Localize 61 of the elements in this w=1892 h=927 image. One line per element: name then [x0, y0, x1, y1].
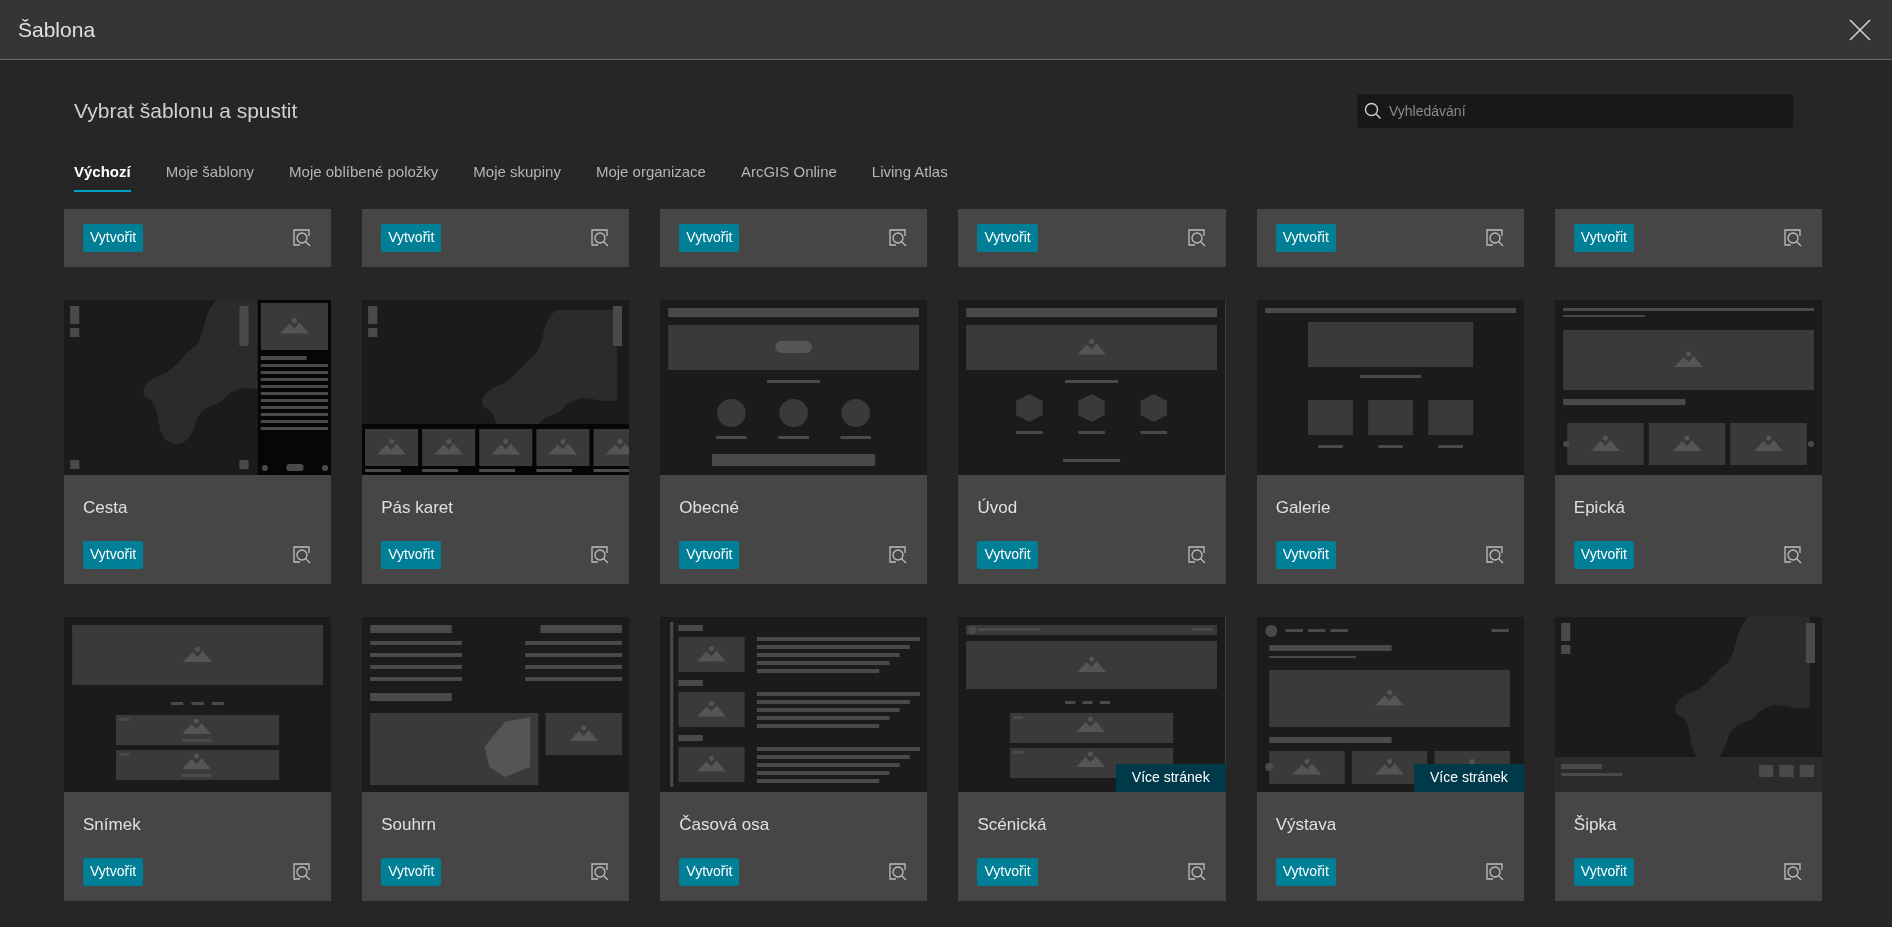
- tab[interactable]: Výchozí: [74, 161, 131, 192]
- preview-icon[interactable]: [1783, 227, 1803, 248]
- create-button[interactable]: Vytvořit: [977, 223, 1038, 252]
- create-button[interactable]: Vytvořit: [977, 857, 1038, 886]
- template-title: Pás karet: [381, 496, 454, 519]
- create-button[interactable]: Vytvořit: [977, 540, 1038, 569]
- tab[interactable]: Moje skupiny: [473, 161, 561, 192]
- preview-icon[interactable]: [1783, 544, 1803, 565]
- preview-icon[interactable]: [1484, 861, 1505, 882]
- preview-icon[interactable]: [1783, 861, 1803, 882]
- preview-icon[interactable]: [888, 861, 909, 882]
- tab[interactable]: Moje oblíbené položky: [289, 161, 439, 192]
- preview-icon[interactable]: [292, 227, 313, 248]
- preview-icon[interactable]: [888, 544, 909, 565]
- badge: Více stránek: [1414, 763, 1524, 792]
- create-button[interactable]: Vytvořit: [83, 857, 144, 886]
- dialog-heading: Vybrat šablonu a spustit: [74, 98, 298, 125]
- preview-icon[interactable]: [292, 861, 313, 882]
- create-button[interactable]: Vytvořit: [1573, 540, 1634, 569]
- preview-icon[interactable]: [1186, 861, 1207, 882]
- preview-icon[interactable]: [1484, 544, 1505, 565]
- badge: Více stránek: [1115, 763, 1226, 792]
- preview-icon[interactable]: [888, 227, 909, 248]
- create-button[interactable]: Vytvořit: [1275, 857, 1336, 886]
- preview-icon[interactable]: [1186, 227, 1207, 248]
- create-button[interactable]: Vytvořit: [83, 540, 144, 569]
- template-title: Galerie: [1275, 496, 1332, 519]
- search-field[interactable]: Vyhledávání: [1357, 94, 1793, 128]
- create-button[interactable]: Vytvořit: [679, 223, 740, 252]
- create-button[interactable]: Vytvořit: [381, 540, 442, 569]
- create-button[interactable]: Vytvořit: [1275, 540, 1336, 569]
- template-title: Epická: [1573, 496, 1626, 519]
- template-title: Scénická: [977, 813, 1048, 836]
- preview-icon[interactable]: [590, 544, 611, 565]
- create-button[interactable]: Vytvořit: [381, 857, 442, 886]
- template-title: Souhrn: [381, 813, 437, 836]
- create-button[interactable]: Vytvořit: [679, 540, 740, 569]
- template-title: Snímek: [83, 813, 142, 836]
- template-title: Časová osa: [679, 813, 771, 836]
- template-title: Cesta: [83, 496, 129, 519]
- tab[interactable]: Living Atlas: [871, 161, 948, 192]
- template-title: Výstava: [1275, 813, 1338, 836]
- tab[interactable]: Moje organizace: [595, 161, 706, 192]
- preview-icon[interactable]: [590, 861, 611, 882]
- tab[interactable]: ArcGIS Online: [740, 161, 837, 192]
- preview-icon[interactable]: [590, 227, 611, 248]
- template-title: Šipka: [1573, 813, 1618, 836]
- create-button[interactable]: Vytvořit: [1275, 223, 1336, 252]
- search-icon: [1364, 102, 1382, 120]
- window-title: Šablona: [18, 16, 96, 43]
- create-button[interactable]: Vytvořit: [1573, 857, 1634, 886]
- create-button[interactable]: Vytvořit: [381, 223, 442, 252]
- template-title: Obecné: [679, 496, 740, 519]
- create-button[interactable]: Vytvořit: [83, 223, 144, 252]
- template-title: Úvod: [977, 496, 1019, 519]
- preview-icon[interactable]: [1186, 544, 1207, 565]
- preview-icon[interactable]: [292, 544, 313, 565]
- preview-icon[interactable]: [1484, 227, 1505, 248]
- create-button[interactable]: Vytvořit: [1573, 223, 1634, 252]
- create-button[interactable]: Vytvořit: [679, 857, 740, 886]
- tab[interactable]: Moje šablony: [165, 161, 255, 192]
